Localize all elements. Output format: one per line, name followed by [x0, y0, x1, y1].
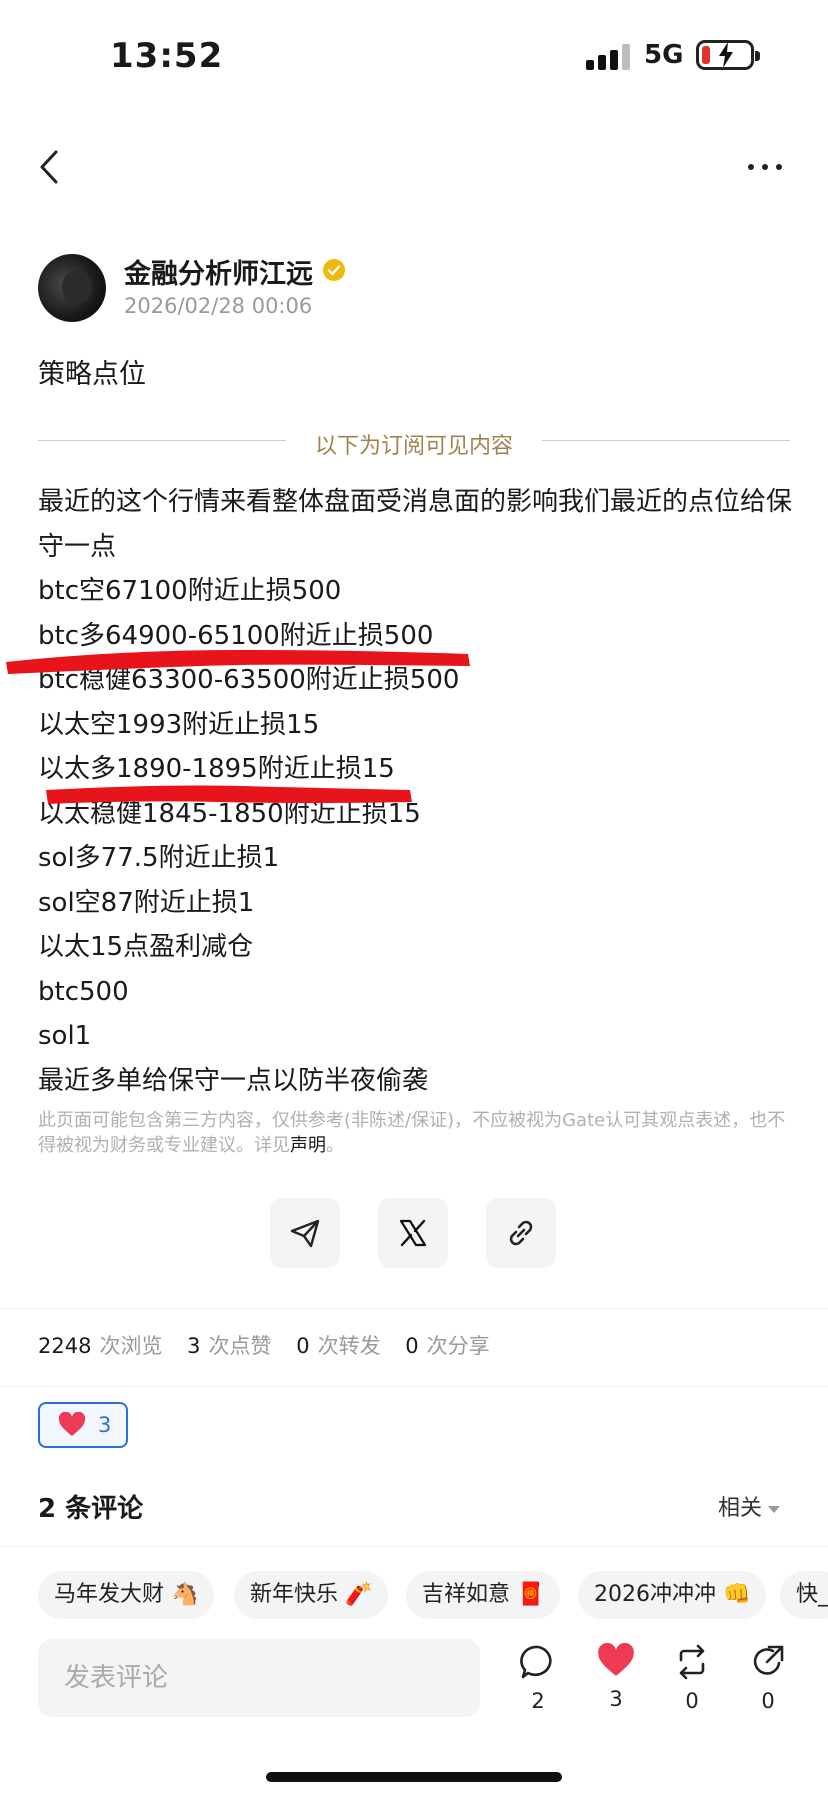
repost-icon: [679, 1644, 705, 1680]
caret-down-icon: [768, 1505, 781, 1513]
red-marker-stroke: [6, 650, 470, 674]
likes-label: 次点赞: [208, 1334, 272, 1358]
quick-reply-chips: 马年发大财 🐴 新年快乐 🧨 吉祥如意 🧧 2026冲冲冲 👊 快_: [38, 1571, 828, 1619]
home-indicator[interactable]: [266, 1772, 562, 1782]
heart-icon: [58, 1412, 86, 1436]
disclaimer-link[interactable]: 声明: [290, 1135, 326, 1156]
repost-action-count: 0: [685, 1689, 699, 1713]
post-line: btc500: [38, 976, 129, 1007]
reaction-chip[interactable]: 3: [38, 1402, 128, 1448]
disclaimer-end: 。: [326, 1135, 344, 1156]
post-title: 策略点位: [38, 359, 146, 390]
reposts-count: 0: [296, 1334, 310, 1358]
share-row: [270, 1198, 570, 1268]
likes-count: 3: [187, 1334, 201, 1358]
paywall-label: 以下为订阅可见内容: [314, 434, 513, 459]
comment-bubble-icon: [520, 1645, 552, 1679]
send-icon: [290, 1219, 320, 1248]
battery-icon: [696, 40, 760, 70]
heart-icon: [598, 1642, 634, 1676]
comment-sort-dropdown[interactable]: 相关: [718, 1490, 781, 1522]
divider-line: [0, 1386, 828, 1387]
shares-label: 次分享: [426, 1334, 490, 1358]
chevron-left-icon: [40, 150, 58, 184]
divider-line: [0, 1308, 828, 1309]
link-icon: [509, 1220, 533, 1246]
post-line: sol空87附近止损1: [38, 887, 255, 918]
disclaimer-text: 此页面可能包含第三方内容，仅供参考(非陈述/保证)，不应被视为Gate认可其观点…: [38, 1110, 786, 1156]
like-action-button[interactable]: 3: [586, 1642, 646, 1723]
post-line: 最近的这个行情来看整体盘面受消息面的影响我们最近的点位给保守一点: [38, 487, 793, 562]
views-count: 2248: [38, 1334, 92, 1358]
disclaimer: 此页面可能包含第三方内容，仅供参考(非陈述/保证)，不应被视为Gate认可其观点…: [38, 1108, 790, 1158]
post-timestamp: 2026/02/28 00:06: [124, 294, 313, 318]
status-bar: 13:52 5G: [0, 0, 828, 110]
red-marker-stroke: [46, 785, 412, 804]
copy-link-button[interactable]: [486, 1198, 556, 1268]
reaction-count: 3: [98, 1413, 112, 1437]
quick-reply-chip[interactable]: 吉祥如意 🧧: [406, 1571, 561, 1619]
signal-icon: [586, 44, 630, 70]
post-line: 最近多单给保守一点以防半夜偷袭: [38, 1065, 429, 1096]
share-action-button[interactable]: 0: [738, 1643, 798, 1723]
repost-action-button[interactable]: 0: [662, 1643, 722, 1723]
sort-label: 相关: [718, 1496, 763, 1521]
share-x-button[interactable]: [378, 1198, 448, 1268]
more-options-button[interactable]: [740, 150, 790, 180]
quick-reply-chip[interactable]: 新年快乐 🧨: [234, 1571, 389, 1619]
comment-input[interactable]: 发表评论: [38, 1639, 480, 1717]
more-dots-icon: [748, 164, 754, 170]
quick-reply-chip[interactable]: 马年发大财 🐴: [38, 1571, 215, 1619]
post-line: 以太15点盈利减仓: [38, 932, 254, 962]
paywall-divider: 以下为订阅可见内容: [38, 428, 790, 459]
avatar[interactable]: [38, 254, 106, 322]
post-line: btc空67100附近止损500: [38, 576, 342, 606]
shares-count: 0: [405, 1334, 419, 1358]
post-line: sol多77.5附近止损1: [38, 843, 280, 873]
post-line: sol1: [38, 1021, 92, 1051]
network-label: 5G: [644, 40, 684, 70]
reposts-label: 次转发: [317, 1334, 381, 1358]
share-telegram-button[interactable]: [270, 1198, 340, 1268]
back-button[interactable]: [30, 142, 74, 192]
x-icon: [399, 1219, 427, 1247]
author-name[interactable]: 金融分析师江远: [124, 252, 313, 291]
status-time: 13:52: [110, 36, 224, 76]
quick-reply-chip[interactable]: 2026冲冲冲 👊: [578, 1571, 767, 1619]
post-stats: 2248 次浏览 3 次点赞 0 次转发 0 次分享: [38, 1330, 508, 1360]
share-action-count: 0: [761, 1689, 775, 1713]
views-label: 次浏览: [99, 1334, 163, 1358]
comments-heading: 2 条评论: [38, 1494, 144, 1524]
like-action-count: 3: [609, 1687, 623, 1711]
quick-reply-chip[interactable]: 快_: [780, 1571, 828, 1619]
comment-action-button[interactable]: 2: [508, 1643, 568, 1723]
verified-badge-icon: [323, 259, 345, 281]
share-arrow-icon: [753, 1645, 784, 1675]
post-line: 以太空1993附近止损15: [38, 709, 320, 740]
comment-action-count: 2: [531, 1689, 545, 1713]
comment-composer-panel: 马年发大财 🐴 新年快乐 🧨 吉祥如意 🧧 2026冲冲冲 👊 快_ 发表评论 …: [0, 1546, 828, 1795]
